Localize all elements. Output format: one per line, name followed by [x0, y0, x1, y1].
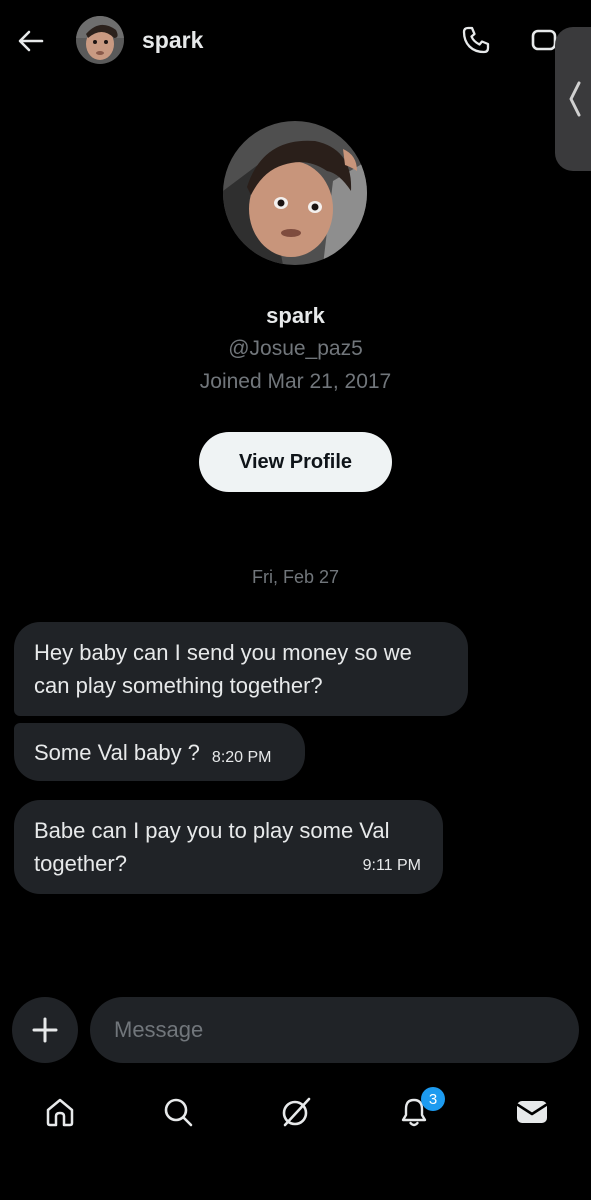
edge-panel-handle[interactable]	[555, 27, 591, 171]
message-bubble[interactable]: Hey baby can I send you money so we can …	[14, 622, 468, 716]
view-profile-button[interactable]: View Profile	[199, 432, 392, 492]
profile-joined-date: Joined Mar 21, 2017	[199, 370, 392, 393]
profile-handle: @Josue_paz5	[228, 337, 363, 360]
nav-messages[interactable]	[510, 1090, 554, 1134]
message-timestamp: 9:11 PM	[362, 857, 421, 874]
plus-icon	[32, 1017, 58, 1043]
search-icon	[164, 1098, 193, 1127]
avatar-image	[223, 121, 367, 265]
mail-icon	[516, 1101, 548, 1123]
chevron-left-icon	[569, 81, 581, 117]
home-icon	[46, 1098, 74, 1127]
date-separator: Fri, Feb 27	[251, 567, 340, 587]
message-bubble[interactable]: Babe can I pay you to play some Val toge…	[14, 800, 443, 894]
message-text: Hey baby can I send you money so we can …	[34, 640, 412, 698]
header-title[interactable]: spark	[142, 27, 203, 54]
nav-home[interactable]	[38, 1090, 82, 1134]
header-avatar[interactable]	[76, 16, 124, 64]
call-button[interactable]	[458, 22, 494, 58]
message-timestamp: 8:20 PM	[211, 748, 272, 766]
profile-avatar[interactable]	[223, 121, 367, 265]
phone-icon	[462, 26, 490, 54]
notification-badge: 3	[421, 1087, 445, 1111]
nav-search[interactable]	[156, 1090, 200, 1134]
add-attachment-button[interactable]	[12, 997, 78, 1063]
message-bubble[interactable]: Some Val baby ? 8:20 PM	[14, 723, 305, 781]
arrow-left-icon	[18, 30, 44, 52]
profile-name: spark	[266, 303, 325, 328]
message-text: Babe can I pay you to play some Val toge…	[34, 818, 390, 876]
nav-grok[interactable]	[274, 1090, 318, 1134]
avatar-image	[76, 16, 124, 64]
message-input[interactable]	[90, 997, 579, 1063]
grok-icon	[282, 1097, 311, 1127]
chat-header: spark	[0, 0, 591, 171]
message-text: Some Val baby ?	[34, 739, 200, 765]
back-button[interactable]	[14, 24, 48, 58]
